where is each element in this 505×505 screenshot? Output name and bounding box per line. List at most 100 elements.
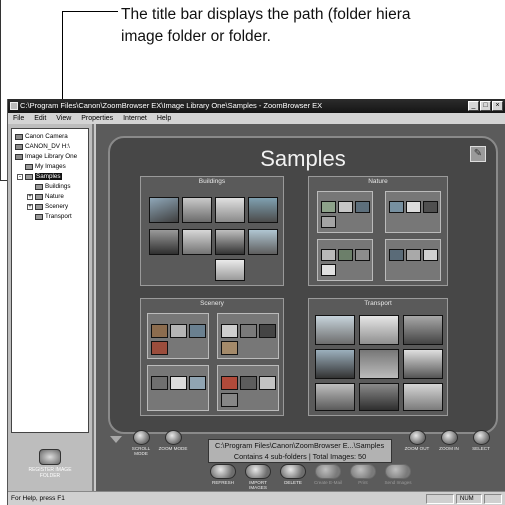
thumbnail[interactable] bbox=[359, 349, 399, 379]
thumbnail bbox=[170, 376, 187, 390]
menu-help[interactable]: Help bbox=[157, 115, 171, 122]
email-button[interactable]: Create E-Mail bbox=[313, 464, 343, 485]
thumbnail[interactable] bbox=[248, 229, 278, 255]
folder-group-scenery[interactable]: Scenery bbox=[140, 298, 284, 416]
tree-item-nature[interactable]: + Nature bbox=[27, 193, 64, 200]
close-button[interactable]: × bbox=[492, 101, 503, 111]
tree-item-samples[interactable]: - Samples bbox=[17, 173, 62, 180]
select-button[interactable]: SELECT bbox=[466, 430, 496, 451]
group-label: Nature bbox=[368, 178, 388, 185]
thumbnail[interactable] bbox=[215, 197, 245, 223]
subfolder[interactable] bbox=[147, 365, 209, 411]
import-icon bbox=[245, 464, 271, 479]
subfolder[interactable] bbox=[217, 313, 279, 359]
thumbnail[interactable] bbox=[248, 197, 278, 223]
import-images-button[interactable]: IMPORT IMAGES bbox=[243, 464, 273, 490]
subfolder[interactable] bbox=[217, 365, 279, 411]
tree-item-my-images[interactable]: My Images bbox=[25, 163, 66, 170]
thumbnail[interactable] bbox=[315, 349, 355, 379]
zoom-in-icon bbox=[440, 430, 458, 445]
folder-icon bbox=[35, 203, 43, 210]
thumbnail[interactable] bbox=[182, 197, 212, 223]
maximize-button[interactable]: □ bbox=[480, 101, 491, 111]
thumbnail[interactable] bbox=[315, 383, 355, 411]
tree-item-canon-dv[interactable]: CANON_DV H:\ bbox=[15, 143, 70, 150]
zoom-out-button[interactable]: ZOOM OUT bbox=[402, 430, 432, 451]
send-images-button[interactable]: Send Images bbox=[383, 464, 413, 485]
window-controls: _ □ × bbox=[468, 101, 503, 111]
app-window: C:\Program Files\Canon\ZoomBrowser EX\Im… bbox=[7, 99, 505, 505]
samples-panel: Samples ✎ Buildings Nature Scenery Trans… bbox=[108, 136, 498, 434]
menu-file[interactable]: File bbox=[13, 115, 24, 122]
thumbnail bbox=[151, 341, 168, 355]
thumbnail[interactable] bbox=[215, 259, 245, 281]
thumbnail[interactable] bbox=[149, 197, 179, 223]
folder-icon bbox=[35, 213, 43, 220]
register-image-folder-button[interactable]: REGISTER IMAGE FOLDER bbox=[26, 449, 74, 485]
zoom-in-button[interactable]: ZOOM IN bbox=[434, 430, 464, 451]
thumbnail[interactable] bbox=[403, 315, 443, 345]
menu-edit[interactable]: Edit bbox=[34, 115, 46, 122]
thumbnail[interactable] bbox=[403, 349, 443, 379]
expand-icon[interactable]: + bbox=[27, 193, 33, 200]
zoom-out-icon bbox=[408, 430, 426, 445]
folder-group-buildings[interactable]: Buildings bbox=[140, 176, 284, 286]
thumbnail[interactable] bbox=[215, 229, 245, 255]
thumbnail bbox=[240, 376, 257, 390]
delete-icon bbox=[280, 464, 306, 479]
subfolder[interactable] bbox=[147, 313, 209, 359]
group-label: Buildings bbox=[198, 178, 226, 185]
control-strip: SCROLL MODE ZOOM MODE C:\Program Files\C… bbox=[96, 426, 505, 491]
collapse-arrow-icon[interactable] bbox=[110, 436, 122, 443]
select-icon bbox=[472, 430, 490, 445]
minimize-button[interactable]: _ bbox=[468, 101, 479, 111]
tree-item-canon-camera[interactable]: Canon Camera bbox=[15, 133, 68, 140]
tree-item-image-library-one[interactable]: Image Library One bbox=[15, 153, 77, 160]
title-bar[interactable]: C:\Program Files\Canon\ZoomBrowser EX\Im… bbox=[8, 99, 505, 113]
folder-path: C:\Program Files\Canon\ZoomBrowser E...\… bbox=[215, 441, 385, 450]
thumbnail[interactable] bbox=[315, 315, 355, 345]
callout-pointer-left bbox=[0, 0, 1, 180]
scroll-mode-button[interactable]: SCROLL MODE bbox=[126, 430, 156, 456]
thumbnail bbox=[423, 249, 438, 261]
thumbnail bbox=[355, 249, 370, 261]
expand-icon[interactable]: + bbox=[27, 203, 33, 210]
thumbnail bbox=[321, 264, 336, 276]
zoom-mode-button[interactable]: ZOOM MODE bbox=[158, 430, 188, 451]
thumbnail bbox=[240, 324, 257, 338]
email-icon bbox=[315, 464, 341, 479]
menu-internet[interactable]: Internet bbox=[123, 115, 147, 122]
folder-summary: Contains 4 sub-folders | Total Images: 5… bbox=[233, 452, 367, 461]
subfolder[interactable] bbox=[317, 239, 373, 281]
delete-button[interactable]: DELETE bbox=[278, 464, 308, 485]
status-cell-empty bbox=[426, 494, 454, 504]
thumbnail bbox=[151, 376, 168, 390]
menu-view[interactable]: View bbox=[56, 115, 71, 122]
subfolder[interactable] bbox=[385, 191, 441, 233]
callout-pointer-title bbox=[62, 11, 118, 12]
tree-item-scenery[interactable]: + Scenery bbox=[27, 203, 68, 210]
collapse-icon[interactable]: - bbox=[17, 173, 23, 180]
status-cell-extra bbox=[484, 494, 502, 504]
tree-item-transport[interactable]: Transport bbox=[35, 213, 72, 220]
folder-tree[interactable]: Canon Camera CANON_DV H:\ Image Library … bbox=[11, 128, 89, 433]
callout-caption: The title bar displays the path (folder … bbox=[121, 4, 505, 48]
refresh-button[interactable]: REFRESH bbox=[208, 464, 238, 485]
thumbnail[interactable] bbox=[149, 229, 179, 255]
thumbnail[interactable] bbox=[403, 383, 443, 411]
print-button[interactable]: Print bbox=[348, 464, 378, 485]
subfolder[interactable] bbox=[317, 191, 373, 233]
window-title: C:\Program Files\Canon\ZoomBrowser EX\Im… bbox=[20, 101, 323, 110]
menu-properties[interactable]: Properties bbox=[81, 115, 113, 122]
thumbnail bbox=[321, 216, 336, 228]
thumbnail[interactable] bbox=[359, 383, 399, 411]
folder-group-transport[interactable]: Transport bbox=[308, 298, 448, 416]
edit-icon[interactable]: ✎ bbox=[470, 146, 486, 162]
folder-group-nature[interactable]: Nature bbox=[308, 176, 448, 286]
thumbnail[interactable] bbox=[359, 315, 399, 345]
subfolder[interactable] bbox=[385, 239, 441, 281]
tree-item-buildings[interactable]: Buildings bbox=[35, 183, 71, 190]
thumbnail bbox=[321, 249, 336, 261]
thumbnail bbox=[259, 324, 276, 338]
thumbnail[interactable] bbox=[182, 229, 212, 255]
